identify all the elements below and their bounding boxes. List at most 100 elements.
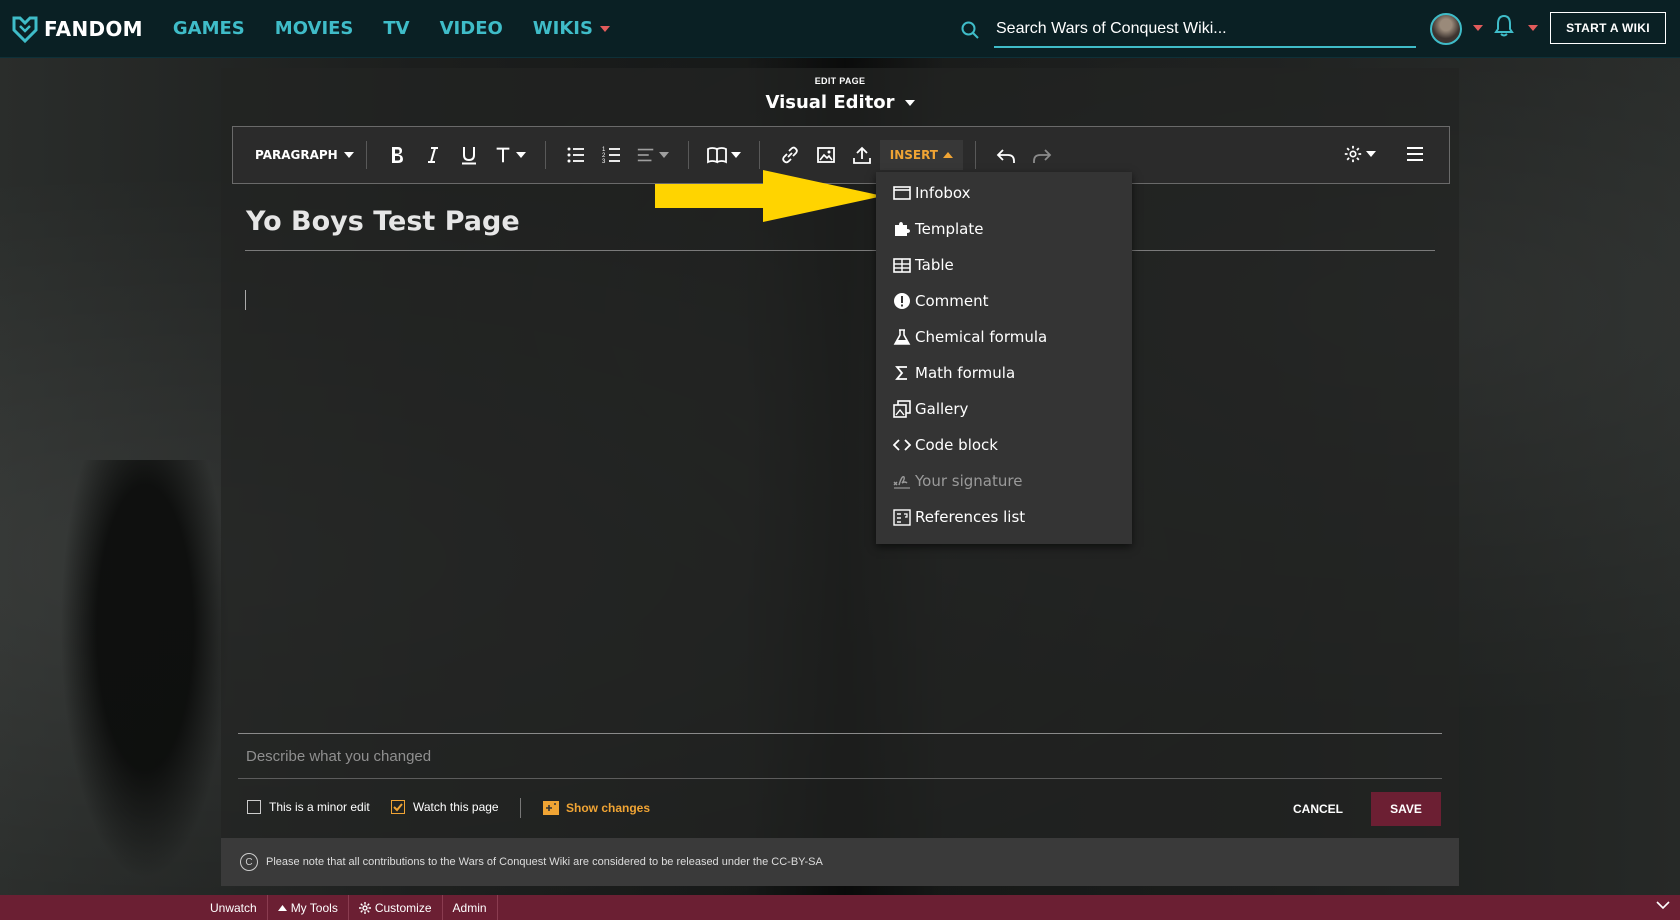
minor-edit-label: This is a minor edit <box>269 800 370 814</box>
upload-icon[interactable] <box>847 140 877 170</box>
summary-divider <box>238 733 1442 734</box>
unwatch-link[interactable]: Unwatch <box>200 895 268 920</box>
redo-icon[interactable] <box>1027 140 1057 170</box>
caret-up-icon <box>277 904 287 911</box>
toolbar-divider <box>365 141 367 169</box>
minor-edit-option[interactable]: This is a minor edit <box>247 800 370 814</box>
search-icon[interactable] <box>960 20 980 40</box>
watch-page-checkbox[interactable] <box>391 800 405 814</box>
insert-dropdown-menu: Infobox Template Table Comment Chemical … <box>876 172 1132 544</box>
summary-divider <box>238 778 1442 779</box>
chevron-down-icon <box>659 152 670 158</box>
menu-item-label: Code block <box>915 436 998 454</box>
edit-summary-input[interactable] <box>238 736 1442 776</box>
chevron-down-icon <box>731 152 742 158</box>
menu-item-chemical-formula[interactable]: Chemical formula <box>876 320 1132 354</box>
menu-item-references-list[interactable]: References list <box>876 500 1132 534</box>
avatar-chevron-down-icon[interactable] <box>1473 25 1483 31</box>
align-icon[interactable] <box>633 140 673 170</box>
menu-item-template[interactable]: Template <box>876 212 1132 246</box>
customize-link[interactable]: Customize <box>349 895 443 920</box>
admin-link[interactable]: Admin <box>443 895 498 920</box>
search-bar <box>960 12 1416 48</box>
menu-item-gallery[interactable]: Gallery <box>876 392 1132 426</box>
user-avatar[interactable] <box>1430 13 1462 45</box>
chevron-down-icon <box>904 99 915 106</box>
text-style-icon[interactable] <box>490 140 530 170</box>
toolbar-right-group <box>1336 139 1433 169</box>
hamburger-menu-icon[interactable] <box>1400 139 1430 169</box>
table-icon <box>893 256 911 274</box>
menu-item-infobox[interactable]: Infobox <box>876 176 1132 210</box>
chevron-up-icon <box>942 152 953 158</box>
puzzle-icon <box>893 220 911 238</box>
edit-page-kicker: EDIT PAGE <box>814 76 866 86</box>
notifications-chevron-down-icon[interactable] <box>1528 25 1538 31</box>
toolbar-divider <box>687 141 689 169</box>
nav-games[interactable]: GAMES <box>173 18 245 39</box>
options-divider <box>520 798 521 818</box>
italic-icon[interactable] <box>418 140 448 170</box>
underline-icon[interactable] <box>454 140 484 170</box>
unwatch-label: Unwatch <box>210 900 257 915</box>
cite-book-icon[interactable] <box>704 140 744 170</box>
references-icon <box>893 508 911 526</box>
numbered-list-icon[interactable]: 123 <box>597 140 627 170</box>
nav-movies[interactable]: MOVIES <box>275 18 354 39</box>
show-changes-label: Show changes <box>566 801 651 815</box>
search-input[interactable] <box>994 12 1416 48</box>
menu-item-label: Chemical formula <box>915 328 1048 346</box>
minor-edit-checkbox[interactable] <box>247 800 261 814</box>
undo-icon[interactable] <box>991 140 1021 170</box>
background-figure <box>60 460 230 880</box>
start-a-wiki-button[interactable]: START A WIKI <box>1550 12 1666 44</box>
link-icon[interactable] <box>775 140 805 170</box>
toolbar-divider <box>758 141 760 169</box>
nav-wikis[interactable]: WIKIS <box>533 18 610 39</box>
page-settings-gear-icon[interactable] <box>1339 139 1379 169</box>
editor-mode-label: Visual Editor <box>765 92 895 113</box>
menu-item-your-signature: Your signature <box>876 464 1132 498</box>
wiki-toolbar: Unwatch My Tools Customize Admin <box>0 895 1680 920</box>
nav-tv[interactable]: TV <box>383 18 409 39</box>
title-underline <box>245 250 1435 251</box>
save-button[interactable]: SAVE <box>1371 792 1441 826</box>
gear-icon <box>358 901 371 914</box>
editor-mode-switcher[interactable]: Visual Editor <box>221 92 1459 113</box>
menu-item-label: Gallery <box>915 400 969 418</box>
nav-video[interactable]: VIDEO <box>440 18 503 39</box>
signature-icon <box>893 472 911 490</box>
watch-page-label: Watch this page <box>413 800 499 814</box>
brand-name: FANDOM <box>44 16 143 41</box>
insert-label: INSERT <box>889 148 938 162</box>
menu-item-label: Your signature <box>915 472 1023 490</box>
menu-item-code-block[interactable]: Code block <box>876 428 1132 462</box>
menu-item-label: Table <box>915 256 954 274</box>
bulleted-list-icon[interactable] <box>561 140 591 170</box>
menu-item-label: Template <box>915 220 984 238</box>
my-tools-menu[interactable]: My Tools <box>268 895 349 920</box>
diff-icon <box>543 801 559 815</box>
paragraph-format-dropdown[interactable]: PARAGRAPH <box>255 148 354 162</box>
page-title-field[interactable]: Yo Boys Test Page <box>246 206 520 237</box>
my-tools-label: My Tools <box>290 900 338 915</box>
chevron-down-icon <box>1365 151 1376 157</box>
license-notice: C Please note that all contributions to … <box>221 838 1459 886</box>
paragraph-label: PARAGRAPH <box>255 148 338 162</box>
fandom-logo[interactable]: FANDOM <box>10 14 143 44</box>
insert-menu-button[interactable]: INSERT <box>879 140 963 170</box>
image-icon[interactable] <box>811 140 841 170</box>
sigma-icon <box>893 364 911 382</box>
bold-icon[interactable] <box>382 140 412 170</box>
cancel-button[interactable]: CANCEL <box>1282 792 1354 826</box>
flask-icon <box>893 328 911 346</box>
watch-page-option[interactable]: Watch this page <box>391 800 499 814</box>
bell-icon[interactable] <box>1494 14 1514 38</box>
infobox-icon <box>893 184 911 202</box>
show-changes-button[interactable]: Show changes <box>542 800 650 816</box>
menu-item-math-formula[interactable]: Math formula <box>876 356 1132 390</box>
checkmark-icon <box>393 803 403 812</box>
menu-item-table[interactable]: Table <box>876 248 1132 282</box>
menu-item-comment[interactable]: Comment <box>876 284 1132 318</box>
collapse-chevron-down-icon[interactable] <box>1656 900 1670 910</box>
